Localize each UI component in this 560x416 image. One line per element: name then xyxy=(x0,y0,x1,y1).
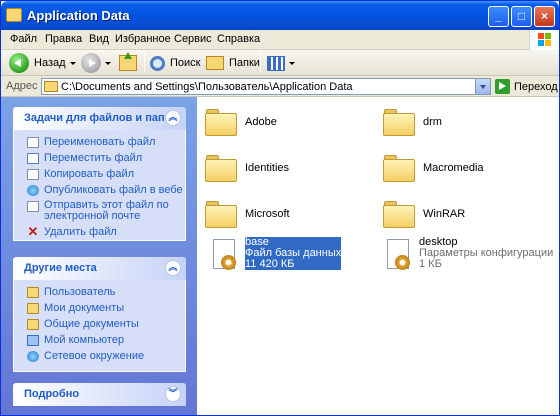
chevron-up-icon[interactable]: ︽ xyxy=(165,260,181,276)
task-move[interactable]: Переместить файл xyxy=(14,152,185,168)
folder-icon xyxy=(27,303,39,314)
folders-button[interactable]: Папки xyxy=(206,52,260,74)
config-file-icon xyxy=(383,237,413,273)
file-info-selected: base Файл базы данных 11 420 КБ xyxy=(245,237,342,270)
network-icon xyxy=(27,351,39,362)
search-button[interactable]: Поиск xyxy=(150,52,200,74)
folder-icon xyxy=(383,105,415,136)
title-bar[interactable]: Application Data _ □ × xyxy=(1,1,559,30)
task-publish[interactable]: Опубликовать файл в вебе xyxy=(14,184,185,200)
folder-icon xyxy=(6,8,22,22)
chevron-down-icon xyxy=(105,61,111,65)
menu-help[interactable]: Справка xyxy=(217,33,260,45)
up-folder-button[interactable] xyxy=(119,52,137,74)
window-title: Application Data xyxy=(27,8,130,23)
computer-icon xyxy=(27,335,39,346)
folder-icon xyxy=(205,151,237,182)
chevron-down-icon xyxy=(69,61,76,65)
folder-icon xyxy=(383,197,415,228)
menu-favorites[interactable]: Избранное xyxy=(115,33,171,45)
address-value: C:\Documents and Settings\Пользователь\A… xyxy=(61,81,353,93)
file-size: 11 420 КБ xyxy=(245,258,295,270)
details-panel: Подробно ︾ xyxy=(13,383,186,406)
back-button[interactable]: Назад xyxy=(9,52,76,74)
place-my-documents[interactable]: Мои документы xyxy=(14,302,185,318)
chevron-down-icon[interactable]: ︾ xyxy=(165,386,181,402)
minimize-button[interactable]: _ xyxy=(488,6,509,27)
windows-logo-icon xyxy=(529,30,559,50)
menu-edit[interactable]: Правка xyxy=(45,33,82,45)
close-button[interactable]: × xyxy=(534,6,555,27)
task-rename[interactable]: Переименовать файл xyxy=(14,136,185,152)
file-item-base[interactable]: base Файл базы данных 11 420 КБ xyxy=(205,237,375,285)
explorer-window: Application Data _ □ × Файл Правка Вид И… xyxy=(0,0,560,416)
folder-item[interactable]: Macromedia xyxy=(383,151,533,199)
other-places-panel: Другие места ︽ Пользователь Мои документ… xyxy=(13,257,186,372)
address-bar: Адрес C:\Documents and Settings\Пользова… xyxy=(1,76,559,97)
folder-icon xyxy=(205,197,237,228)
address-dropdown-button[interactable] xyxy=(475,79,490,94)
menu-file[interactable]: Файл xyxy=(10,33,37,45)
task-copy[interactable]: Копировать файл xyxy=(14,168,185,184)
folder-icon xyxy=(205,105,237,136)
file-size: 1 КБ xyxy=(419,258,442,270)
back-label: Назад xyxy=(34,57,66,69)
go-button[interactable]: Переход xyxy=(495,78,558,95)
place-network[interactable]: Сетевое окружение xyxy=(14,350,185,366)
toolbar: Назад Поиск Папки xyxy=(1,50,559,76)
folder-item[interactable]: Adobe xyxy=(205,105,355,153)
task-delete[interactable]: ✕ Удалить файл xyxy=(14,224,185,242)
details-header[interactable]: Подробно ︾ xyxy=(13,383,186,406)
delete-icon: ✕ xyxy=(27,224,39,239)
menu-bar: Файл Правка Вид Избранное Сервис Справка xyxy=(1,30,559,50)
file-tasks-header[interactable]: Задачи для файлов и папок ︽ xyxy=(13,107,186,130)
up-folder-icon xyxy=(119,52,137,71)
task-pane: Задачи для файлов и папок ︽ Переименоват… xyxy=(1,97,197,415)
folders-icon xyxy=(206,56,224,70)
address-label: Адрес xyxy=(6,80,38,92)
file-info: desktop Параметры конфигурации 1 КБ xyxy=(419,237,553,270)
file-item-desktop[interactable]: desktop Параметры конфигурации 1 КБ xyxy=(379,237,557,285)
menu-tools[interactable]: Сервис xyxy=(174,33,212,45)
chevron-up-icon[interactable]: ︽ xyxy=(165,110,181,126)
file-tasks-panel: Задачи для файлов и папок ︽ Переименоват… xyxy=(13,107,186,241)
views-icon xyxy=(267,55,285,71)
maximize-button[interactable]: □ xyxy=(511,6,532,27)
forward-button[interactable] xyxy=(81,52,111,74)
views-button[interactable] xyxy=(267,52,295,74)
rename-icon xyxy=(27,137,39,148)
search-icon xyxy=(150,55,165,71)
folder-icon xyxy=(383,151,415,182)
place-user[interactable]: Пользователь xyxy=(14,286,185,302)
folder-item[interactable]: Identities xyxy=(205,151,355,199)
search-label: Поиск xyxy=(170,57,201,69)
address-input[interactable]: C:\Documents and Settings\Пользователь\A… xyxy=(41,78,491,95)
details-title: Подробно xyxy=(24,388,80,400)
config-file-icon xyxy=(209,237,239,273)
folder-icon xyxy=(27,287,39,298)
move-icon xyxy=(27,153,39,164)
copy-icon xyxy=(27,169,39,180)
folder-icon xyxy=(44,81,58,92)
file-tasks-title: Задачи для файлов и папок xyxy=(24,112,177,124)
go-arrow-icon xyxy=(495,79,510,94)
place-shared-documents[interactable]: Общие документы xyxy=(14,318,185,334)
go-label: Переход xyxy=(514,80,558,93)
back-arrow-icon xyxy=(9,53,29,73)
place-my-computer[interactable]: Мой компьютер xyxy=(14,334,185,350)
folder-icon xyxy=(27,319,39,330)
globe-icon xyxy=(27,185,39,196)
other-places-header[interactable]: Другие места ︽ xyxy=(13,257,186,280)
task-email[interactable]: Отправить этот файл по электронной почте xyxy=(14,200,185,226)
folders-label: Папки xyxy=(229,57,260,69)
forward-arrow-icon xyxy=(81,53,101,73)
email-icon xyxy=(27,201,39,212)
other-places-title: Другие места xyxy=(24,262,97,274)
file-view: Adobe drm Identities Macromedia Microsof… xyxy=(197,97,559,415)
menu-view[interactable]: Вид xyxy=(89,33,109,45)
chevron-down-icon xyxy=(289,61,295,65)
folder-item[interactable]: drm xyxy=(383,105,533,153)
